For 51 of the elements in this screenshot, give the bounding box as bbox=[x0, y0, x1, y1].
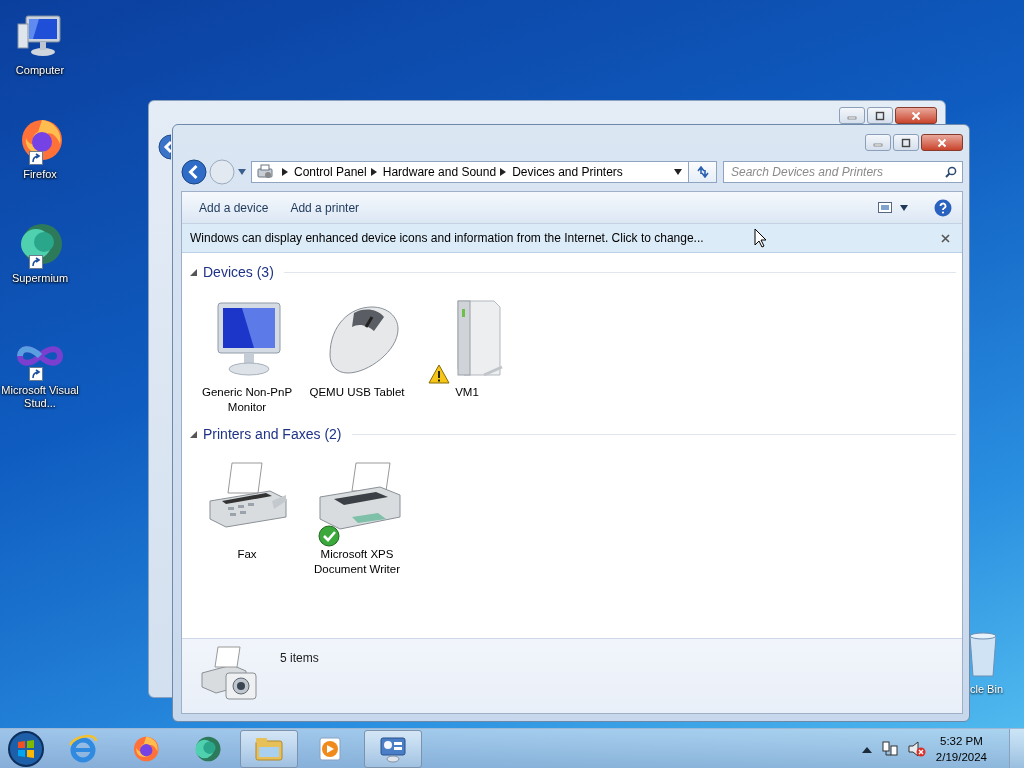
letter-e-globe-icon bbox=[67, 733, 99, 765]
caret-icon[interactable] bbox=[674, 169, 682, 175]
desktop-icon-label: Microsoft Visual Stud... bbox=[0, 384, 80, 410]
expand-triangle-icon[interactable] bbox=[190, 268, 197, 276]
toolbar-button[interactable]: Add a printer bbox=[281, 197, 369, 218]
group-header[interactable]: Printers and Faxes (2) bbox=[203, 426, 342, 442]
close-icon[interactable] bbox=[941, 233, 950, 243]
breadcrumb-item[interactable]: Devices and Printers bbox=[512, 165, 623, 179]
device-label[interactable]: Microsoft XPS Document Writer bbox=[305, 547, 409, 577]
close-button[interactable] bbox=[895, 107, 937, 124]
refresh-button[interactable] bbox=[689, 161, 717, 183]
close-icon bbox=[937, 137, 947, 148]
muted-speaker-icon[interactable] bbox=[907, 741, 926, 757]
group-header[interactable]: Devices (3) bbox=[203, 264, 274, 280]
close-button[interactable] bbox=[921, 134, 963, 151]
desktop-icon-label: Supermium bbox=[11, 272, 69, 285]
printer-icon bbox=[256, 164, 274, 180]
item-count: 5 items bbox=[280, 651, 319, 667]
help-icon[interactable] bbox=[934, 198, 952, 217]
device-label[interactable]: Fax bbox=[195, 547, 299, 562]
expand-triangle-icon[interactable] bbox=[190, 430, 197, 438]
device-label[interactable]: Generic Non-PnP Monitor bbox=[195, 385, 299, 415]
caret-icon[interactable] bbox=[861, 745, 872, 753]
device-label[interactable]: VM1 bbox=[415, 385, 519, 400]
desktop-icon-label: Computer bbox=[15, 64, 65, 77]
refresh-icon bbox=[695, 166, 710, 178]
device-label[interactable]: QEMU USB Tablet bbox=[305, 385, 409, 400]
breadcrumb-item[interactable]: Hardware and Sound bbox=[382, 165, 497, 179]
maximize-icon bbox=[875, 110, 885, 121]
chevron-icon[interactable] bbox=[500, 168, 507, 176]
close-icon bbox=[911, 110, 921, 121]
maximize-button[interactable] bbox=[867, 107, 893, 124]
search-icon[interactable] bbox=[945, 166, 957, 178]
clock-time[interactable]: 5:32 PM bbox=[940, 733, 983, 749]
view-options-icon[interactable] bbox=[878, 202, 892, 213]
mouse-pointer-icon bbox=[754, 228, 768, 248]
chevron-icon[interactable] bbox=[370, 168, 377, 176]
caret-icon[interactable] bbox=[900, 204, 908, 211]
desktop-icon-label: Firefox bbox=[23, 168, 57, 181]
start-button-icon[interactable] bbox=[6, 729, 46, 768]
toolbar-button[interactable]: Add a device bbox=[190, 197, 278, 218]
breadcrumb-item[interactable]: Control Panel bbox=[294, 165, 367, 179]
network-icon[interactable] bbox=[881, 741, 898, 757]
address-bar[interactable]: Control Panel Hardware and Sound Devices and Printers bbox=[251, 161, 689, 183]
search-field[interactable]: Search Devices and Printers bbox=[723, 161, 963, 183]
desktop-icon-label: cle Bin bbox=[970, 683, 1004, 695]
taskbar-button[interactable] bbox=[364, 730, 422, 768]
maximize-icon bbox=[901, 137, 911, 148]
chevron-icon[interactable] bbox=[282, 168, 288, 176]
maximize-button[interactable] bbox=[893, 134, 919, 151]
clock-date[interactable]: 2/19/2024 bbox=[935, 749, 987, 765]
